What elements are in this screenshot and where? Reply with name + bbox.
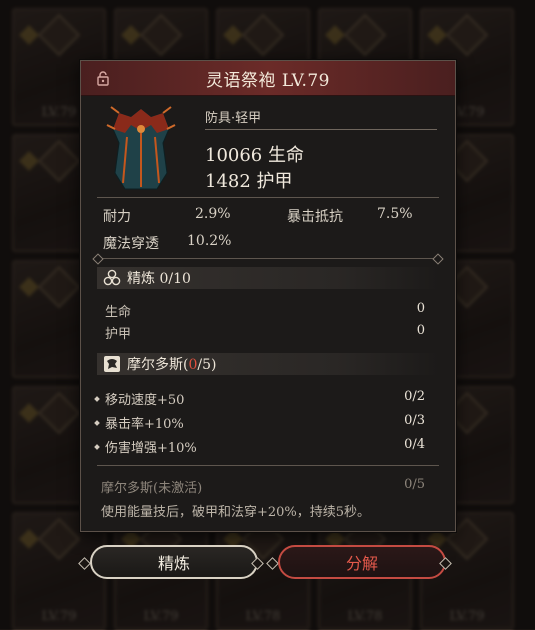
refine-icon	[103, 269, 121, 286]
stat-armor: 1482 护甲	[205, 171, 293, 192]
category-divider	[205, 129, 437, 130]
item-category: 防具·轻甲	[205, 111, 262, 126]
ornament-divider	[97, 258, 439, 259]
set-bonus-value: 0/3	[404, 413, 425, 428]
divider-ornament	[432, 253, 444, 265]
attr-name: 耐力	[103, 209, 131, 225]
divider	[97, 465, 439, 466]
refine-row: 生命 0	[105, 301, 425, 320]
set-section-header: 摩尔多斯(0/5)	[97, 353, 439, 375]
set-effect-description: 使用能量技后，破甲和法穿+20%，持续5秒。	[101, 505, 371, 520]
set-label-prefix: 摩尔多斯(	[127, 357, 189, 373]
bullet-icon	[94, 443, 100, 450]
set-bonus-value: 0/2	[404, 389, 425, 404]
refine-label: 精炼 0/10	[127, 271, 191, 287]
divider	[97, 197, 439, 198]
refine-row-name: 护甲	[105, 327, 132, 342]
bullet-icon	[94, 419, 100, 426]
bullet-icon	[94, 395, 100, 402]
set-bonus-value: 0/4	[404, 437, 425, 452]
item-title: 灵语祭袍 LV.79	[205, 70, 331, 91]
divider-ornament	[92, 253, 104, 265]
set-bonus-name: 伤害增强+10%	[105, 441, 197, 456]
set-bonus-name: 移动速度+50	[105, 393, 185, 408]
set-label: 摩尔多斯(0/5)	[127, 354, 216, 374]
robe-item-image	[106, 106, 176, 190]
stat-health: 10066 生命	[205, 145, 304, 166]
attr-name: 暴击抵抗	[287, 209, 343, 225]
set-effect-count: 0/5	[404, 477, 425, 492]
lock-icon[interactable]	[95, 70, 111, 86]
set-bonus-name: 暴击率+10%	[105, 417, 184, 432]
refine-row: 护甲 0	[105, 323, 425, 342]
set-bonus-row: 暴击率+10% 0/3	[94, 413, 425, 432]
item-tooltip: 灵语祭袍 LV.79 防具·轻甲 10066 生命 1482 护甲 耐力 2.9…	[80, 60, 456, 532]
set-bonus-row: 移动速度+50 0/2	[94, 389, 425, 408]
attr-value: 10.2%	[187, 233, 232, 249]
refine-button[interactable]: 精炼	[90, 545, 258, 579]
refine-row-value: 0	[416, 323, 425, 338]
refine-row-value: 0	[416, 301, 425, 316]
refine-section-header: 精炼 0/10	[97, 267, 439, 289]
set-emblem-icon	[104, 356, 120, 372]
tooltip-header: 灵语祭袍 LV.79	[81, 61, 455, 96]
attr-name: 魔法穿透	[103, 236, 159, 252]
set-bonus-row: 伤害增强+10% 0/4	[94, 437, 425, 456]
decompose-button[interactable]: 分解	[278, 545, 446, 579]
attr-value: 7.5%	[377, 206, 413, 222]
attr-value: 2.9%	[195, 206, 231, 222]
set-label-suffix: /5)	[197, 357, 217, 373]
set-effect-name: 摩尔多斯(未激活)	[101, 481, 203, 496]
refine-row-name: 生命	[105, 305, 132, 320]
